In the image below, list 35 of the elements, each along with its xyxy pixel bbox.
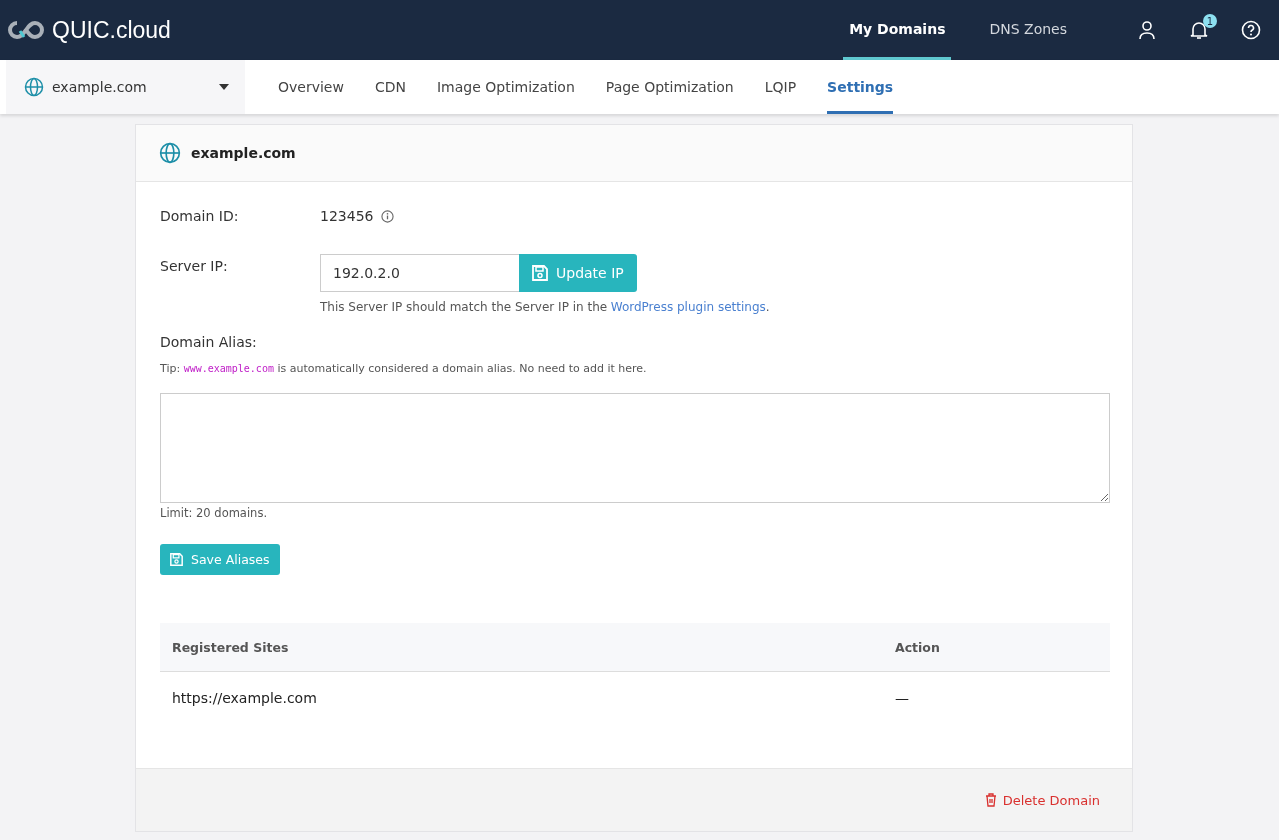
bell-icon[interactable] xyxy=(1189,20,1209,40)
field-label: Server IP: xyxy=(160,257,229,274)
tab[interactable]: LQIP xyxy=(764,60,797,114)
limit-text: Limit: 20 domains. xyxy=(160,506,269,520)
logo-text: QUIC.cloud xyxy=(52,16,171,44)
field-label: Domain Alias: xyxy=(160,334,258,350)
user-icon[interactable] xyxy=(1137,20,1157,40)
top-nav-link[interactable]: DNS Zones xyxy=(989,0,1067,60)
domain-selector[interactable]: example.com xyxy=(6,60,245,114)
column-header: Action xyxy=(883,623,1110,672)
column-header: Registered Sites xyxy=(160,623,883,672)
plugin-settings-link[interactable]: WordPress plugin settings xyxy=(610,300,766,314)
tab[interactable]: Settings xyxy=(827,60,894,114)
delete-domain-button[interactable]: Delete Domain xyxy=(984,792,1100,808)
infinity-logo-icon xyxy=(6,19,46,41)
server-ip-input[interactable]: 192.0.2.0 xyxy=(320,254,519,292)
info-icon[interactable] xyxy=(381,209,395,223)
notification-badge: 1 xyxy=(1203,14,1217,28)
help-icon[interactable] xyxy=(1241,20,1261,40)
tip-text: Tip: www.example.com is automatically considered a domain alias. No need to add it here. xyxy=(160,362,648,375)
domain-id-value: 123456 xyxy=(320,208,374,224)
hint-text: . xyxy=(765,300,770,314)
globe-icon xyxy=(24,77,44,97)
trash-icon xyxy=(984,793,997,807)
hint-text: This Server IP should match the Server IP in the xyxy=(320,300,608,314)
tab[interactable]: Page Optimization xyxy=(605,60,734,114)
table-cell: — xyxy=(883,671,1110,724)
globe-icon xyxy=(159,142,181,164)
tab[interactable]: Image Optimization xyxy=(436,60,575,114)
field-label: Domain ID: xyxy=(160,208,240,224)
caret-icon xyxy=(219,84,229,90)
card-title: example.com xyxy=(191,145,296,161)
tab[interactable]: CDN xyxy=(374,60,406,114)
table-cell: https://example.com xyxy=(160,671,883,724)
tab[interactable]: Overview xyxy=(278,60,344,114)
